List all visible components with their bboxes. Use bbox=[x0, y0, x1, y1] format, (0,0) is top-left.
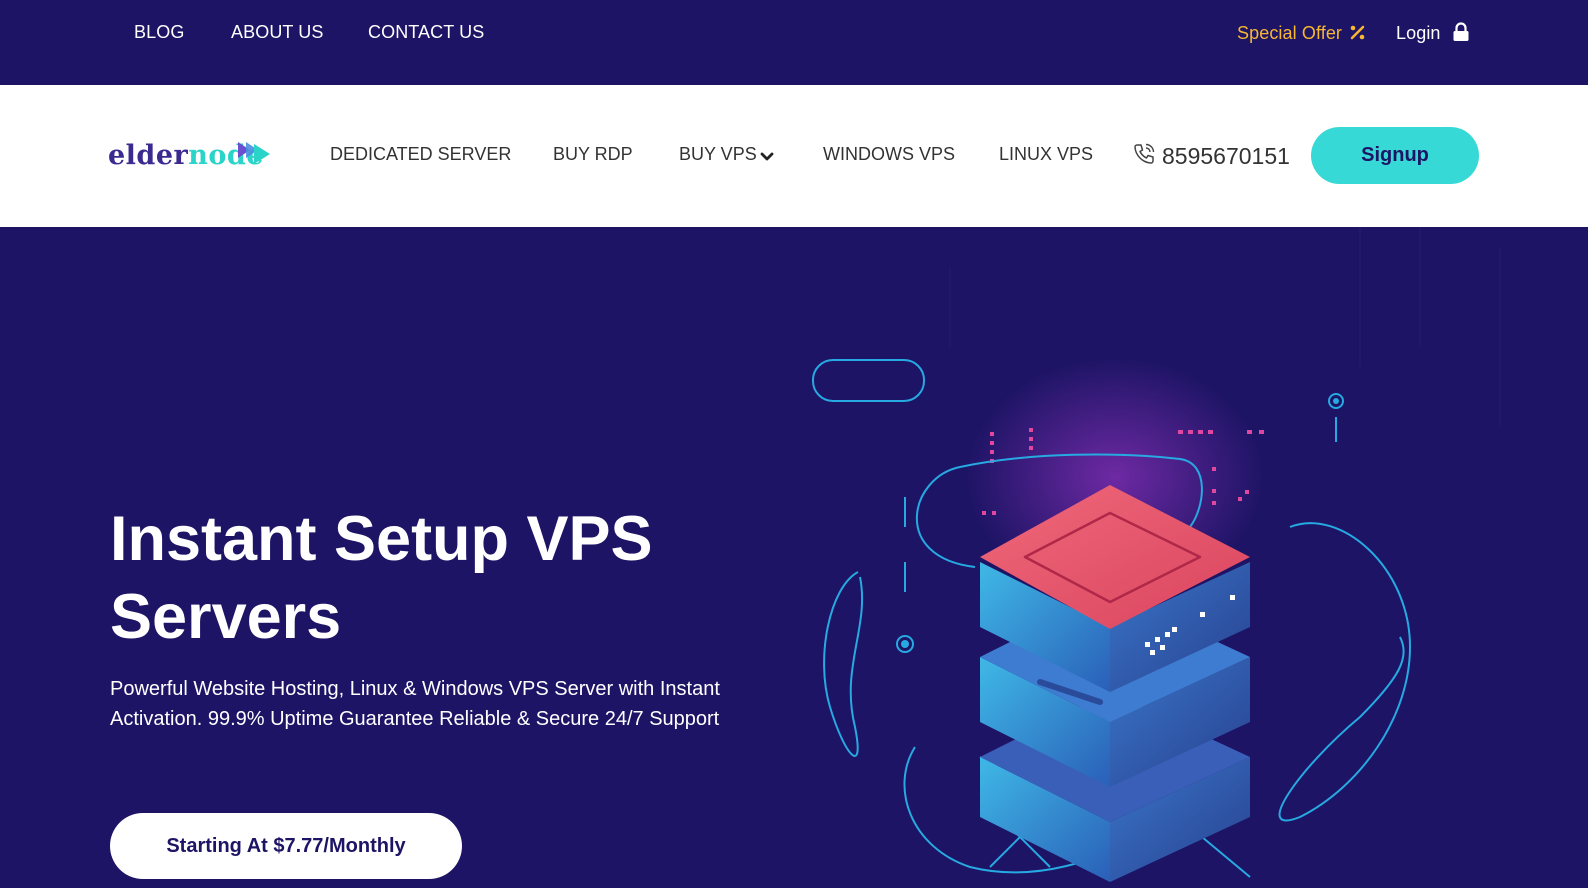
phone-icon bbox=[1132, 142, 1156, 171]
lock-icon[interactable] bbox=[1452, 22, 1470, 47]
eldernode-logo[interactable]: eldernode bbox=[108, 136, 273, 176]
nav-buy-rdp[interactable]: BUY RDP bbox=[553, 144, 633, 165]
nav-windows-vps[interactable]: WINDOWS VPS bbox=[823, 144, 955, 165]
chevron-down-icon[interactable] bbox=[760, 149, 774, 167]
phone-contact[interactable]: 8595670151 bbox=[1132, 142, 1290, 171]
hero-subtitle: Powerful Website Hosting, Linux & Window… bbox=[110, 674, 750, 734]
isometric-server-stack-illustration bbox=[812, 227, 1501, 882]
hero-subtitle-line2: Activation. 99.9% Uptime Guarantee Relia… bbox=[110, 708, 720, 730]
signup-button[interactable]: Signup bbox=[1311, 127, 1479, 184]
pricing-cta-button[interactable]: Starting At $7.77/Monthly bbox=[110, 813, 462, 879]
hero-section: Instant Setup VPS Servers Powerful Websi… bbox=[0, 227, 1588, 888]
nav-buy-vps[interactable]: BUY VPS bbox=[679, 144, 757, 165]
hero-title-line2: Servers bbox=[110, 582, 342, 652]
login-link[interactable]: Login bbox=[1396, 23, 1441, 44]
phone-number[interactable]: 8595670151 bbox=[1162, 143, 1290, 170]
top-bar: BLOG ABOUT US CONTACT US Special Offer L… bbox=[0, 0, 1588, 85]
hero-subtitle-line1: Powerful Website Hosting, Linux & Window… bbox=[110, 678, 720, 700]
topbar-link-blog[interactable]: BLOG bbox=[134, 22, 184, 43]
topbar-link-about-us[interactable]: ABOUT US bbox=[231, 22, 324, 43]
topbar-link-contact-us[interactable]: CONTACT US bbox=[368, 22, 484, 43]
play-arrows-icon bbox=[238, 142, 270, 164]
nav-dedicated-server[interactable]: DEDICATED SERVER bbox=[330, 144, 511, 165]
hero-title-line1: Instant Setup VPS bbox=[110, 504, 653, 574]
nav-linux-vps[interactable]: LINUX VPS bbox=[999, 144, 1093, 165]
hero-title: Instant Setup VPS Servers bbox=[110, 500, 730, 656]
special-offer-link[interactable]: Special Offer bbox=[1237, 23, 1342, 44]
logo-text-elder: elder bbox=[108, 140, 189, 171]
percent-icon[interactable] bbox=[1350, 25, 1365, 45]
